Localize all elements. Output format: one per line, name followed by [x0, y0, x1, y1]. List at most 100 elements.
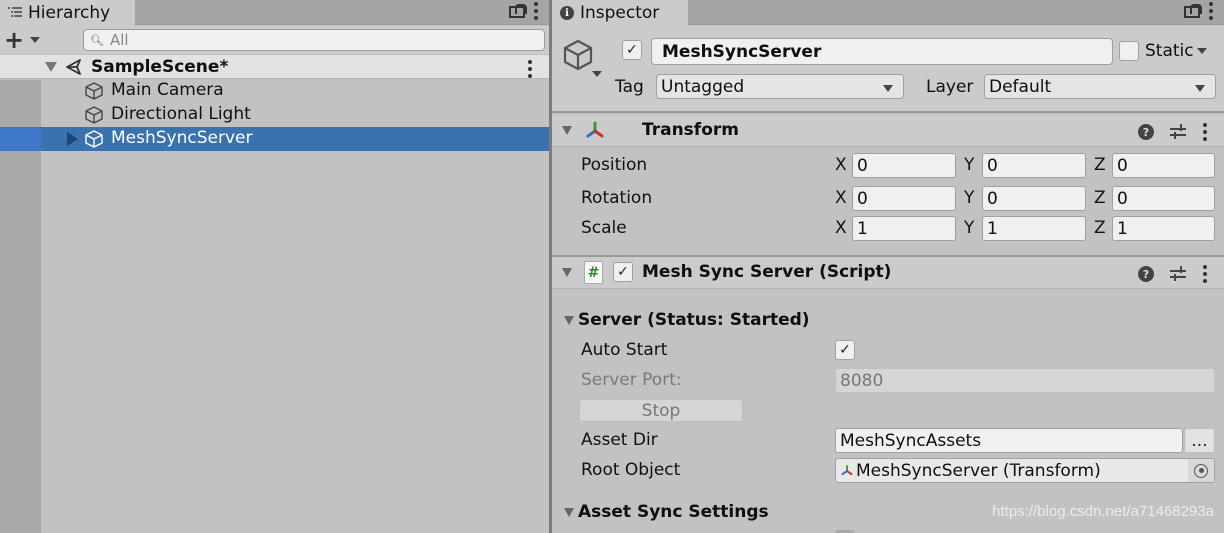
search-placeholder: All — [109, 31, 129, 49]
unity-scene-icon — [66, 58, 81, 75]
lock-icon[interactable] — [509, 4, 525, 18]
presets-icon[interactable] — [1170, 266, 1186, 282]
gameobject-cube-icon — [85, 106, 103, 124]
create-dropdown-caret-icon[interactable] — [30, 37, 40, 43]
presets-icon[interactable] — [1170, 124, 1186, 140]
script-title: Mesh Sync Server (Script) — [642, 262, 892, 282]
hierarchy-item-label: Main Camera — [111, 80, 224, 100]
static-checkbox[interactable] — [1119, 41, 1139, 61]
transform-component-header[interactable]: Transform ? — [552, 115, 1224, 147]
transform-icon — [586, 121, 604, 138]
hierarchy-item-label: MeshSyncServer — [111, 128, 253, 148]
script-enabled-checkbox[interactable]: ✓ — [613, 262, 633, 282]
auto-start-label: Auto Start — [581, 340, 668, 360]
help-icon[interactable]: ? — [1138, 124, 1154, 140]
auto-start-checkbox[interactable]: ✓ — [835, 340, 855, 360]
axis-x-label: X — [835, 188, 847, 208]
hierarchy-item-meshsyncserver[interactable]: MeshSyncServer — [0, 127, 549, 151]
info-icon: i — [560, 6, 574, 20]
tag-label: Tag — [615, 77, 644, 97]
layer-dropdown[interactable]: Default — [984, 74, 1216, 99]
axis-z-label: Z — [1094, 218, 1106, 238]
layer-value: Default — [989, 76, 1052, 97]
position-y-input[interactable]: 0 — [982, 153, 1086, 178]
fold-arrow-icon[interactable] — [562, 268, 572, 277]
server-section-title: Server (Status: Started) — [578, 310, 810, 330]
stop-button[interactable]: Stop — [579, 399, 743, 422]
component-options-icon[interactable] — [1202, 123, 1208, 141]
fold-arrow-icon[interactable] — [562, 126, 572, 135]
hierarchy-tab-actions — [509, 2, 539, 20]
rotation-z-input[interactable]: 0 — [1112, 186, 1215, 211]
scene-expand-icon[interactable] — [45, 61, 57, 72]
gameobject-icon[interactable] — [562, 38, 594, 72]
fold-arrow-icon — [564, 315, 574, 325]
axis-y-label: Y — [964, 218, 975, 238]
asset-sync-section-title: Asset Sync Settings — [578, 502, 769, 522]
server-port-input: 8080 — [835, 368, 1215, 393]
fold-arrow-icon — [564, 507, 574, 517]
tab-hierarchy[interactable]: Hierarchy — [0, 0, 135, 26]
browse-button[interactable]: ... — [1184, 428, 1215, 453]
inspector-tabbar: i Inspector — [552, 0, 1224, 26]
tag-value: Untagged — [661, 76, 745, 97]
component-options-icon[interactable] — [1202, 265, 1208, 283]
root-object-field[interactable]: MeshSyncServer (Transform) — [835, 458, 1215, 483]
root-object-label: Root Object — [581, 460, 681, 480]
scale-y-input[interactable]: 1 — [982, 216, 1086, 241]
gameobject-active-checkbox[interactable]: ✓ — [622, 40, 642, 60]
position-z-input[interactable]: 0 — [1112, 153, 1215, 178]
more-options-icon[interactable] — [533, 2, 539, 20]
hierarchy-item-label: Directional Light — [111, 104, 251, 124]
lock-icon[interactable] — [1184, 4, 1200, 18]
server-section-header[interactable]: Server (Status: Started) — [564, 310, 810, 330]
scale-z-input[interactable]: 1 — [1112, 216, 1215, 241]
watermark-text: https://blog.csdn.net/a71468293a — [992, 503, 1214, 520]
rotation-label: Rotation — [581, 188, 653, 208]
search-icon: 🔍︎ — [90, 33, 104, 47]
hierarchy-list-icon — [8, 7, 22, 17]
asset-sync-section-header[interactable]: Asset Sync Settings — [564, 502, 769, 522]
chevron-down-icon — [883, 85, 893, 92]
expand-arrow-icon[interactable] — [67, 132, 78, 146]
position-x-input[interactable]: 0 — [852, 153, 956, 178]
transform-icon — [841, 464, 853, 475]
gameobject-name-input[interactable]: MeshSyncServer — [651, 38, 1113, 65]
inspector-tab-actions — [1184, 2, 1214, 20]
hierarchy-item-main-camera[interactable]: Main Camera — [0, 79, 549, 103]
tab-inspector[interactable]: i Inspector — [552, 0, 688, 26]
tab-hierarchy-label: Hierarchy — [28, 3, 111, 23]
scale-x-input[interactable]: 1 — [852, 216, 956, 241]
chevron-down-icon — [1196, 48, 1207, 54]
server-port-label: Server Port: — [581, 370, 682, 390]
rotation-x-input[interactable]: 0 — [852, 186, 956, 211]
create-plus-button[interactable]: + — [4, 28, 24, 52]
gameobject-cube-icon — [85, 130, 103, 148]
asset-dir-input[interactable]: MeshSyncAssets — [835, 428, 1183, 453]
layer-label: Layer — [926, 77, 974, 97]
chevron-down-icon — [1195, 85, 1205, 92]
rotation-y-input[interactable]: 0 — [982, 186, 1086, 211]
transform-actions: ? — [1138, 123, 1208, 141]
more-options-icon[interactable] — [1208, 2, 1214, 20]
axis-z-label: Z — [1094, 188, 1106, 208]
asset-dir-label: Asset Dir — [581, 430, 658, 450]
gameobject-cube-icon — [85, 82, 103, 100]
axis-y-label: Y — [964, 188, 975, 208]
scale-label: Scale — [581, 218, 627, 238]
static-label: Static — [1145, 41, 1194, 61]
object-picker-icon[interactable] — [1188, 459, 1214, 482]
icon-dropdown-caret-icon[interactable] — [592, 71, 602, 77]
scene-row[interactable]: SampleScene* — [0, 55, 549, 79]
axis-y-label: Y — [964, 155, 975, 175]
transform-title: Transform — [642, 120, 739, 140]
help-icon[interactable]: ? — [1138, 266, 1154, 282]
hierarchy-item-directional-light[interactable]: Directional Light — [0, 103, 549, 127]
script-component-header[interactable]: # ✓ Mesh Sync Server (Script) ? — [552, 257, 1224, 289]
hierarchy-tabbar: Hierarchy — [0, 0, 549, 26]
hierarchy-search-input[interactable]: 🔍︎ All — [83, 29, 545, 51]
tag-dropdown[interactable]: Untagged — [656, 74, 904, 99]
root-object-value: MeshSyncServer (Transform) — [856, 460, 1101, 481]
static-dropdown[interactable]: Static — [1145, 41, 1207, 61]
scene-options-icon[interactable] — [527, 60, 533, 78]
